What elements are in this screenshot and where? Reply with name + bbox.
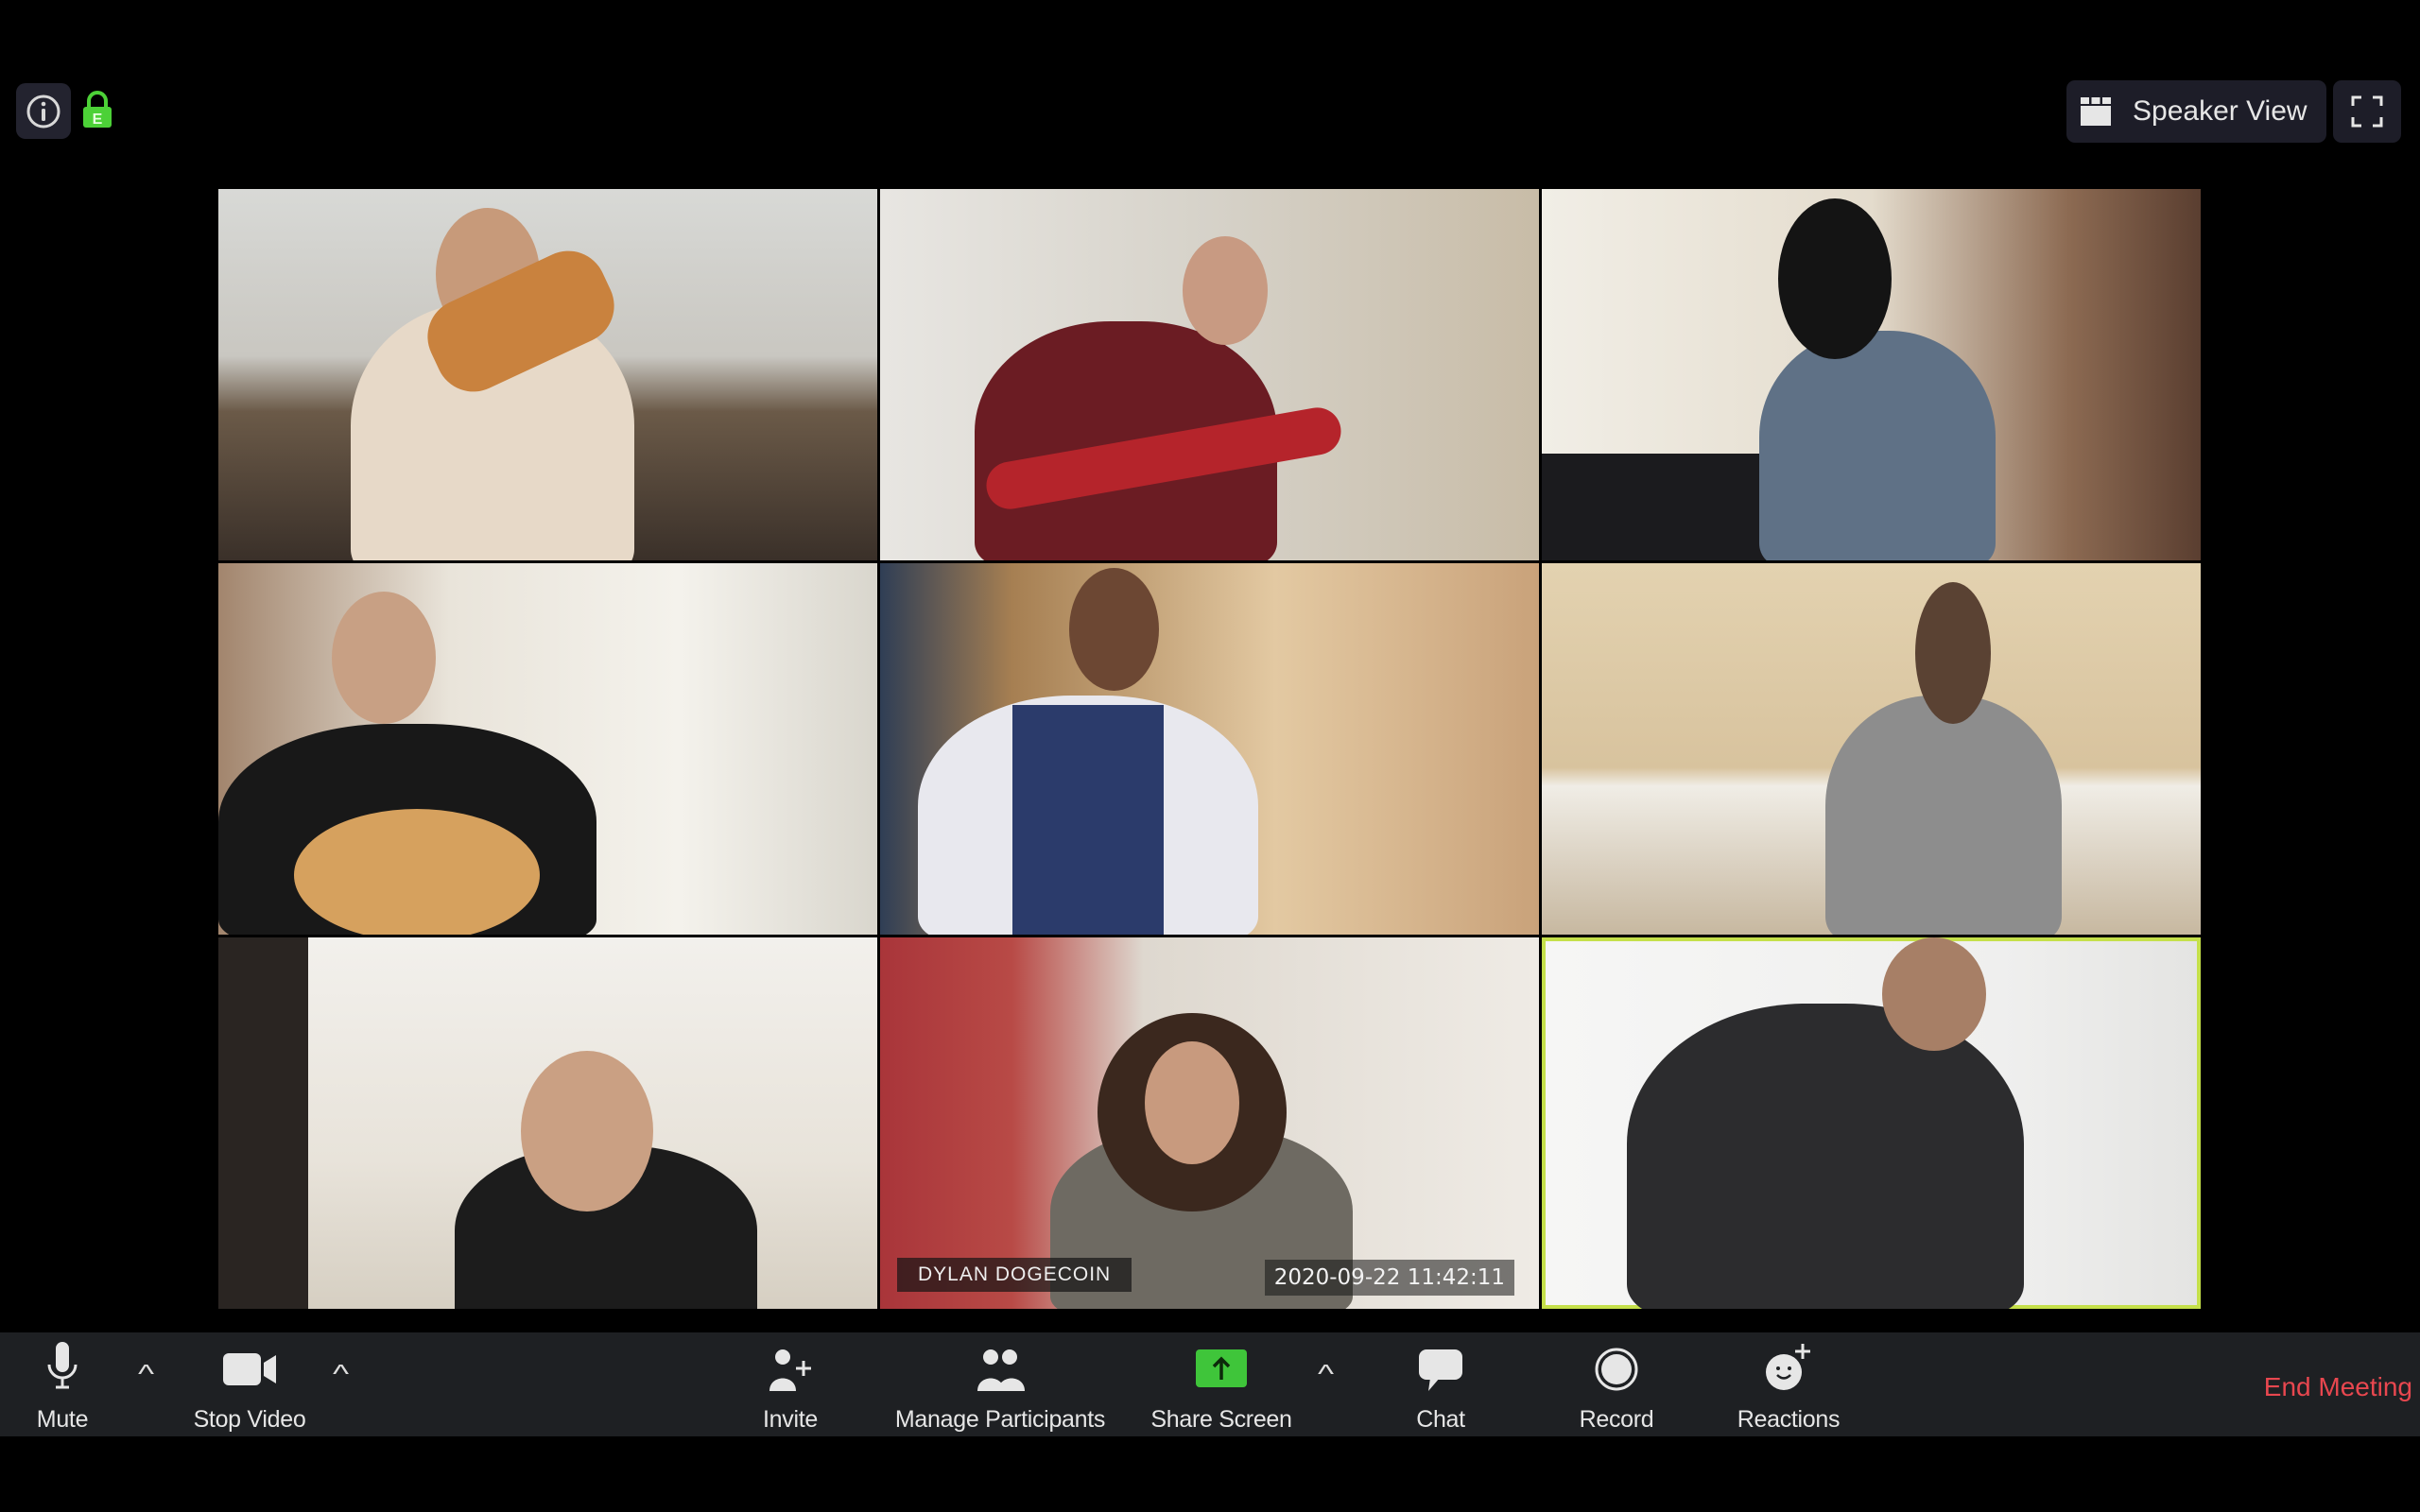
reactions-button[interactable]: Reactions [1726,1332,1851,1436]
video-tile[interactable]: DYLAN DOGECOIN 2020-09-22 11:42:11 [880,937,1539,1309]
video-tile[interactable] [1542,563,2201,935]
chat-label: Chat [1416,1406,1465,1433]
stop-video-label: Stop Video [193,1406,306,1433]
record-button[interactable]: Record [1569,1332,1664,1436]
participants-icon [977,1349,1025,1391]
speaker-view-label: Speaker View [2133,95,2308,127]
share-screen-icon [1196,1349,1247,1387]
lock-icon[interactable]: E [81,91,113,129]
smiley-add-icon [1766,1344,1810,1390]
record-icon [1595,1348,1638,1391]
manage-participants-button[interactable]: Manage Participants [885,1332,1115,1436]
fullscreen-icon [2351,95,2383,128]
video-camera-icon [223,1353,276,1385]
invite-label: Invite [763,1406,818,1433]
reactions-label: Reactions [1737,1406,1841,1433]
invite-button[interactable]: Invite [752,1332,828,1436]
audio-options-caret[interactable]: ^ [138,1359,154,1389]
microphone-icon [47,1342,78,1389]
share-options-caret[interactable]: ^ [1318,1359,1334,1389]
manage-participants-label: Manage Participants [894,1406,1106,1433]
record-label: Record [1579,1406,1654,1433]
end-meeting-button[interactable]: End Meeting [2264,1372,2412,1402]
video-tile[interactable] [1542,189,2201,560]
speaker-view-icon [2081,97,2111,126]
stop-video-button[interactable]: Stop Video [182,1332,318,1436]
share-screen-label: Share Screen [1150,1406,1292,1433]
video-tile[interactable] [218,937,877,1309]
meeting-toolbar: Mute ^ Stop Video ^ Invite Manage Partic… [0,1332,2420,1436]
video-tile[interactable] [880,563,1539,935]
fullscreen-button[interactable] [2333,80,2401,143]
video-timestamp: 2020-09-22 11:42:11 [1264,1260,1514,1296]
participant-name: DYLAN DOGECOIN [897,1258,1132,1292]
speaker-view-button[interactable]: Speaker View [2066,80,2326,143]
add-user-icon [769,1349,811,1391]
meeting-info-button[interactable] [16,83,71,139]
info-circle-icon [26,94,60,128]
chat-bubble-icon [1419,1349,1462,1391]
video-tile[interactable] [218,563,877,935]
mute-button[interactable]: Mute [26,1332,98,1436]
share-screen-button[interactable]: Share Screen [1144,1332,1299,1436]
video-tile[interactable] [880,189,1539,560]
chat-button[interactable]: Chat [1403,1332,1478,1436]
active-speaker-tile[interactable] [1542,937,2201,1309]
video-tile[interactable] [218,189,877,560]
video-options-caret[interactable]: ^ [333,1359,349,1389]
video-gallery: DYLAN DOGECOIN 2020-09-22 11:42:11 [218,189,2201,1310]
encryption-letter: E [93,112,103,128]
mute-label: Mute [36,1406,89,1433]
